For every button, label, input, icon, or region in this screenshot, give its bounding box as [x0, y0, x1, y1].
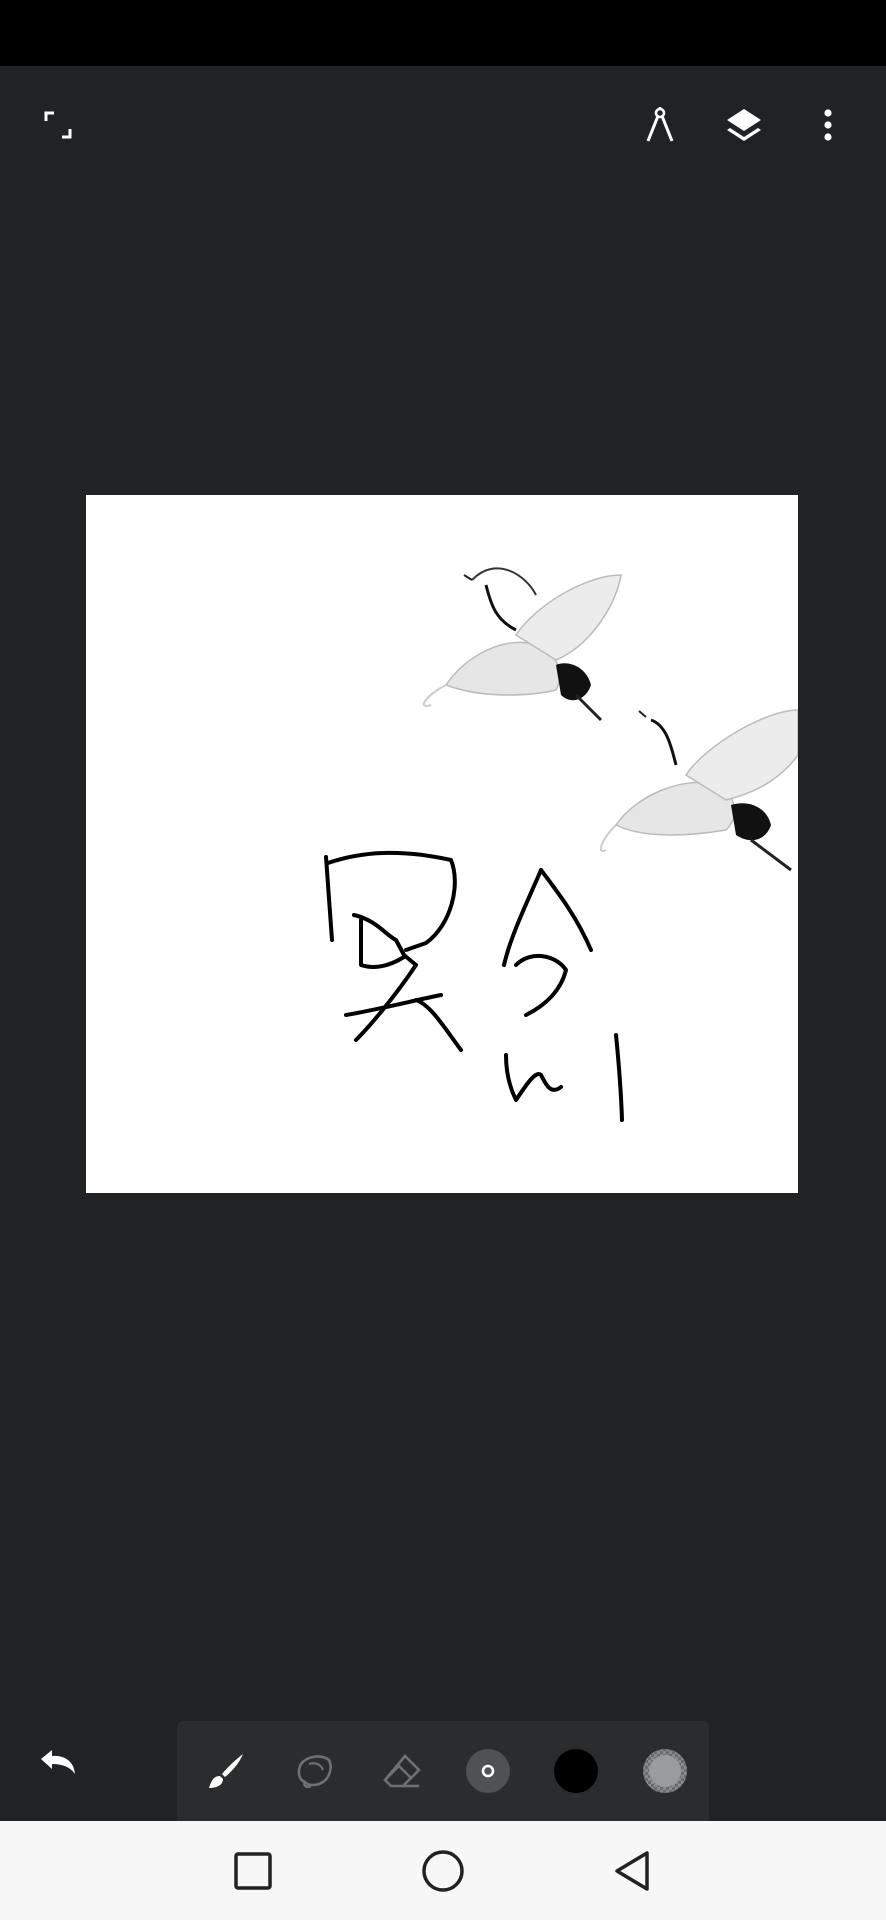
brush-icon	[209, 1754, 243, 1788]
triangle-back-icon	[615, 1851, 649, 1891]
canvas-artwork	[324, 567, 798, 1122]
lasso-icon	[297, 1755, 332, 1789]
fullscreen-icon	[44, 111, 72, 139]
recents-button[interactable]	[217, 1835, 289, 1907]
crane-illustration	[422, 567, 622, 722]
lasso-tool-button[interactable]	[282, 1739, 346, 1803]
more-vertical-icon	[824, 109, 832, 141]
layers-icon	[727, 109, 761, 141]
drawing-toolbar	[177, 1721, 709, 1821]
top-toolbar	[0, 66, 886, 184]
color-picker-button[interactable]	[544, 1739, 608, 1803]
status-bar	[0, 0, 886, 66]
ruler-button[interactable]	[628, 93, 692, 157]
circle-icon	[422, 1850, 464, 1892]
back-button[interactable]	[596, 1835, 668, 1907]
compass-ruler-icon	[646, 107, 674, 142]
color-swatch-icon	[554, 1749, 598, 1793]
handwritten-strokes	[324, 850, 624, 1122]
fullscreen-button[interactable]	[26, 93, 90, 157]
drawing-canvas[interactable]	[86, 495, 798, 1193]
opacity-icon	[643, 1749, 687, 1793]
home-button[interactable]	[407, 1835, 479, 1907]
brush-size-button[interactable]	[456, 1739, 520, 1803]
brush-tool-button[interactable]	[194, 1739, 258, 1803]
layers-button[interactable]	[712, 93, 776, 157]
more-options-button[interactable]	[796, 93, 860, 157]
undo-button[interactable]	[26, 1730, 90, 1794]
brush-size-icon	[466, 1749, 510, 1793]
crane-illustration	[599, 709, 798, 872]
eraser-icon	[383, 1754, 421, 1788]
eraser-tool-button[interactable]	[370, 1739, 434, 1803]
opacity-button[interactable]	[633, 1739, 697, 1803]
undo-icon	[41, 1750, 75, 1774]
system-navigation-bar	[0, 1821, 886, 1920]
square-icon	[234, 1852, 272, 1890]
